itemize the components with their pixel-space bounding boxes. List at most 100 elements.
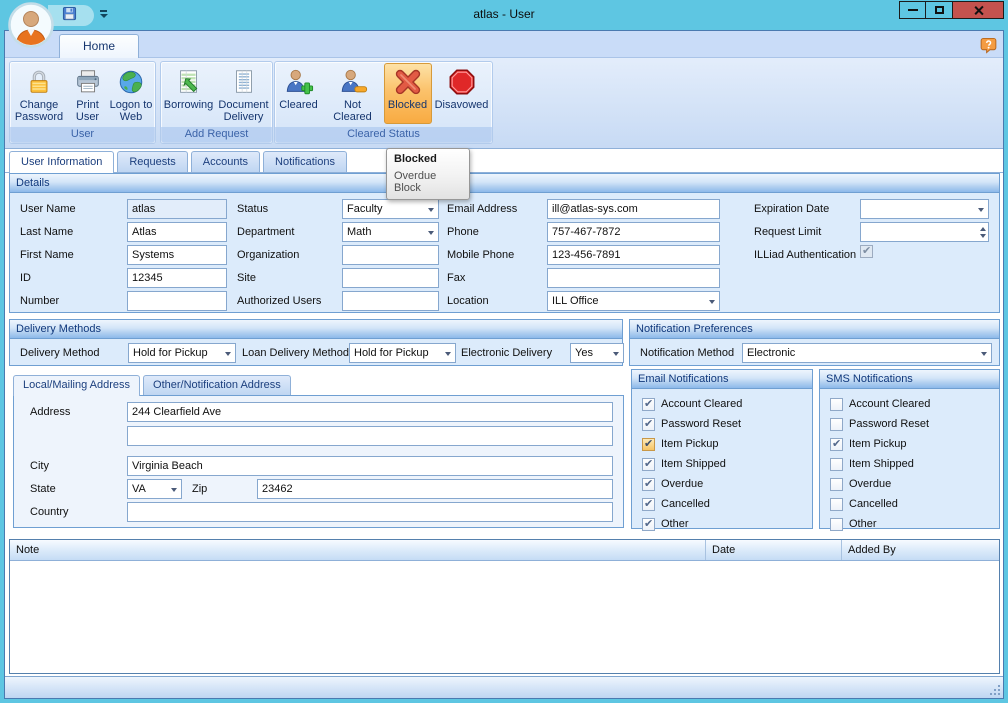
column-header-date[interactable]: Date	[706, 540, 842, 560]
close-button[interactable]	[953, 1, 1004, 19]
phone-field[interactable]	[547, 222, 720, 242]
spinner-up-icon[interactable]	[980, 224, 986, 231]
stop-sign-icon	[434, 66, 490, 98]
borrowing-button[interactable]: Borrowing	[162, 63, 216, 124]
email-account-cleared-checkbox[interactable]	[642, 397, 655, 411]
organization-field[interactable]	[342, 245, 439, 265]
expiration-date-combo[interactable]	[860, 199, 989, 219]
number-label: Number	[20, 295, 60, 307]
tab-requests[interactable]: Requests	[117, 151, 188, 172]
email-cancelled-checkbox[interactable]	[642, 497, 655, 511]
email-password-reset-checkbox[interactable]	[642, 417, 655, 431]
department-label: Department	[237, 226, 295, 238]
resize-grip[interactable]	[989, 684, 1001, 696]
electronic-delivery-label: Electronic Delivery	[461, 347, 553, 359]
email-notifications-group: Email Notifications Account Cleared Pass…	[631, 369, 813, 531]
cleared-button[interactable]: Cleared	[276, 63, 322, 124]
maximize-button[interactable]	[926, 1, 953, 19]
email-address-field[interactable]	[547, 199, 720, 219]
checkbox-label: Other	[661, 518, 689, 530]
email-overdue-checkbox[interactable]	[642, 477, 655, 491]
number-field[interactable]	[127, 291, 227, 311]
notification-method-combo[interactable]: Electronic	[742, 343, 992, 363]
maximize-icon	[934, 6, 944, 14]
address-line2-field[interactable]	[127, 426, 613, 446]
chevron-down-icon	[428, 230, 434, 238]
change-password-button[interactable]: Change Password	[11, 63, 68, 124]
electronic-delivery-combo[interactable]: Yes	[570, 343, 624, 363]
state-combo[interactable]: VA	[127, 479, 182, 499]
ribbon-group-label: Add Request	[161, 127, 272, 143]
city-field[interactable]	[127, 456, 613, 476]
tooltip: Blocked Overdue Block	[386, 148, 470, 200]
country-field[interactable]	[127, 502, 613, 522]
notification-preferences-header: Notification Preferences	[630, 320, 999, 339]
ribbon-group-add-request: Borrowing Document Delivery Add Request	[160, 61, 273, 144]
id-field[interactable]	[127, 268, 227, 288]
authorized-users-field[interactable]	[342, 291, 439, 311]
button-label: Logon to Web	[109, 99, 153, 123]
print-user-button[interactable]: Print User	[68, 63, 108, 124]
site-field[interactable]	[342, 268, 439, 288]
sms-item-shipped-checkbox[interactable]	[830, 457, 843, 471]
address-line1-field[interactable]	[127, 402, 613, 422]
combo-value: Yes	[575, 347, 593, 359]
disavowed-button[interactable]: Disavowed	[432, 63, 492, 124]
location-combo[interactable]: ILL Office	[547, 291, 720, 311]
email-item-pickup-checkbox[interactable]	[642, 437, 655, 451]
tab-notifications[interactable]: Notifications	[263, 151, 347, 172]
loan-delivery-method-combo[interactable]: Hold for Pickup	[349, 343, 456, 363]
document-icon	[218, 66, 270, 98]
combo-value: Math	[347, 226, 372, 238]
logon-to-web-button[interactable]: Logon to Web	[108, 63, 155, 124]
blocked-button[interactable]: Blocked	[383, 63, 432, 124]
checkbox-label: Account Cleared	[661, 398, 743, 410]
help-button[interactable]	[980, 37, 997, 59]
chevron-down-icon	[225, 351, 231, 359]
delivery-method-combo[interactable]: Hold for Pickup	[128, 343, 236, 363]
country-label: Country	[30, 506, 69, 518]
mobile-phone-field[interactable]	[547, 245, 720, 265]
sms-item-pickup-checkbox[interactable]	[830, 437, 843, 451]
tab-home[interactable]: Home	[59, 34, 139, 58]
sms-password-reset-checkbox[interactable]	[830, 417, 843, 431]
chevron-down-icon	[981, 351, 987, 359]
email-item-shipped-checkbox[interactable]	[642, 457, 655, 471]
user-name-field[interactable]	[127, 199, 227, 219]
tab-accounts[interactable]: Accounts	[190, 151, 261, 172]
last-name-label: Last Name	[20, 226, 74, 238]
column-header-note[interactable]: Note	[10, 540, 706, 560]
first-name-field[interactable]	[127, 245, 227, 265]
tab-local-mailing-address[interactable]: Local/Mailing Address	[13, 375, 141, 396]
illiad-authentication-label: ILLiad Authentication	[754, 249, 857, 261]
notes-table: Note Date Added By	[9, 539, 1000, 674]
column-header-added-by[interactable]: Added By	[842, 540, 999, 560]
sms-overdue-checkbox[interactable]	[830, 477, 843, 491]
notification-method-label: Notification Method	[640, 347, 735, 359]
sms-account-cleared-checkbox[interactable]	[830, 397, 843, 411]
tab-other-notification-address[interactable]: Other/Notification Address	[143, 375, 291, 395]
ribbon-group-label: Cleared Status	[275, 127, 492, 143]
department-combo[interactable]: Math	[342, 222, 439, 242]
document-delivery-button[interactable]: Document Delivery	[216, 63, 272, 124]
not-cleared-button[interactable]: Not Cleared	[322, 63, 384, 124]
checkbox-label: Password Reset	[849, 418, 930, 430]
email-other-checkbox[interactable]	[642, 517, 655, 531]
sms-other-checkbox[interactable]	[830, 517, 843, 531]
zip-field[interactable]	[257, 479, 613, 499]
status-combo[interactable]: Faculty	[342, 199, 439, 219]
spreadsheet-arrow-icon	[164, 66, 214, 98]
phone-label: Phone	[447, 226, 479, 238]
minimize-button[interactable]	[899, 1, 926, 19]
request-limit-stepper[interactable]	[860, 222, 989, 242]
illiad-authentication-checkbox[interactable]	[860, 244, 873, 258]
application-menu-button[interactable]	[8, 2, 54, 48]
sms-cancelled-checkbox[interactable]	[830, 497, 843, 511]
fax-field[interactable]	[547, 268, 720, 288]
last-name-field[interactable]	[127, 222, 227, 242]
tab-user-information[interactable]: User Information	[9, 151, 115, 173]
notes-table-body[interactable]	[10, 561, 999, 673]
tooltip-title: Blocked	[394, 153, 437, 165]
spinner-down-icon[interactable]	[980, 234, 986, 241]
help-icon	[980, 37, 997, 54]
